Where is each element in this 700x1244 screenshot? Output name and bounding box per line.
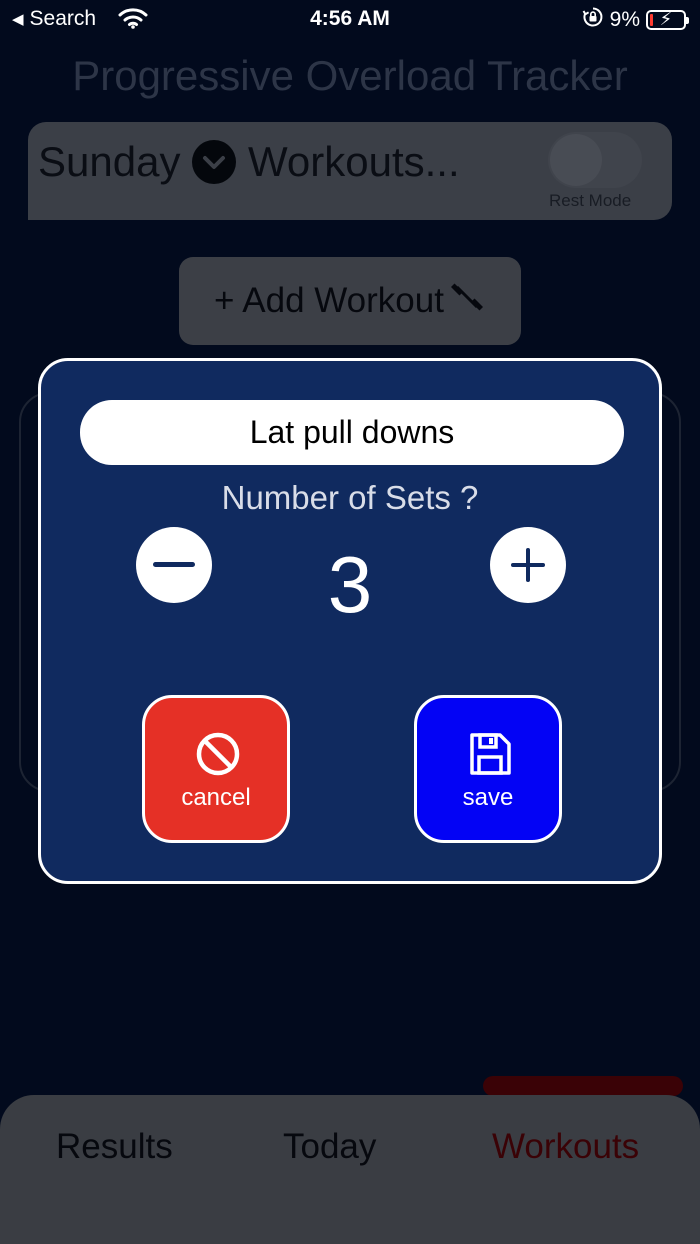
rest-mode-toggle-knob xyxy=(550,134,602,186)
save-button[interactable]: save xyxy=(414,695,562,843)
day-selector-bar: Sunday Workouts... Rest Mode xyxy=(28,122,672,220)
battery-charging-icon: ⚡ xyxy=(646,9,689,30)
chevron-down-icon[interactable] xyxy=(192,140,236,184)
sets-label: Number of Sets ? xyxy=(221,479,479,516)
active-tab-indicator xyxy=(483,1076,683,1096)
screen: ◀ Search 4:56 AM 9% ⚡ Progressive Overlo… xyxy=(0,0,700,1244)
increment-sets-button[interactable] xyxy=(490,527,566,603)
workouts-selector-label[interactable]: Workouts... xyxy=(248,138,460,186)
save-label: save xyxy=(462,784,514,811)
rotation-lock-icon xyxy=(582,6,604,34)
dumbbell-icon xyxy=(448,278,486,325)
add-workout-label: + Add Workout xyxy=(214,281,444,320)
day-name[interactable]: Sunday xyxy=(38,138,180,186)
rest-mode-label: Rest Mode xyxy=(549,191,632,210)
cancel-label: cancel xyxy=(181,784,251,811)
prohibited-icon xyxy=(194,730,242,778)
exercise-name-field[interactable]: Lat pull downs xyxy=(80,400,624,465)
cancel-button[interactable]: cancel xyxy=(142,695,290,843)
battery-percent: 9% xyxy=(609,8,640,31)
status-right: 9% ⚡ xyxy=(582,6,689,34)
tab-today[interactable]: Today xyxy=(283,1127,376,1167)
add-workout-button[interactable]: + Add Workout xyxy=(179,257,521,345)
set-count: 3 xyxy=(327,540,373,629)
status-bar: ◀ Search 4:56 AM 9% ⚡ xyxy=(0,0,700,40)
rest-mode-toggle[interactable] xyxy=(548,132,642,188)
tab-workouts[interactable]: Workouts xyxy=(492,1127,639,1167)
tab-results[interactable]: Results xyxy=(56,1127,173,1167)
floppy-disk-icon xyxy=(466,730,514,778)
tab-bar: Results Today Workouts xyxy=(0,1095,700,1244)
decrement-sets-button[interactable] xyxy=(136,527,212,603)
app-title: Progressive Overload Tracker xyxy=(72,52,628,99)
add-exercise-modal: Lat pull downs Number of Sets ? 3 cancel xyxy=(38,358,662,884)
